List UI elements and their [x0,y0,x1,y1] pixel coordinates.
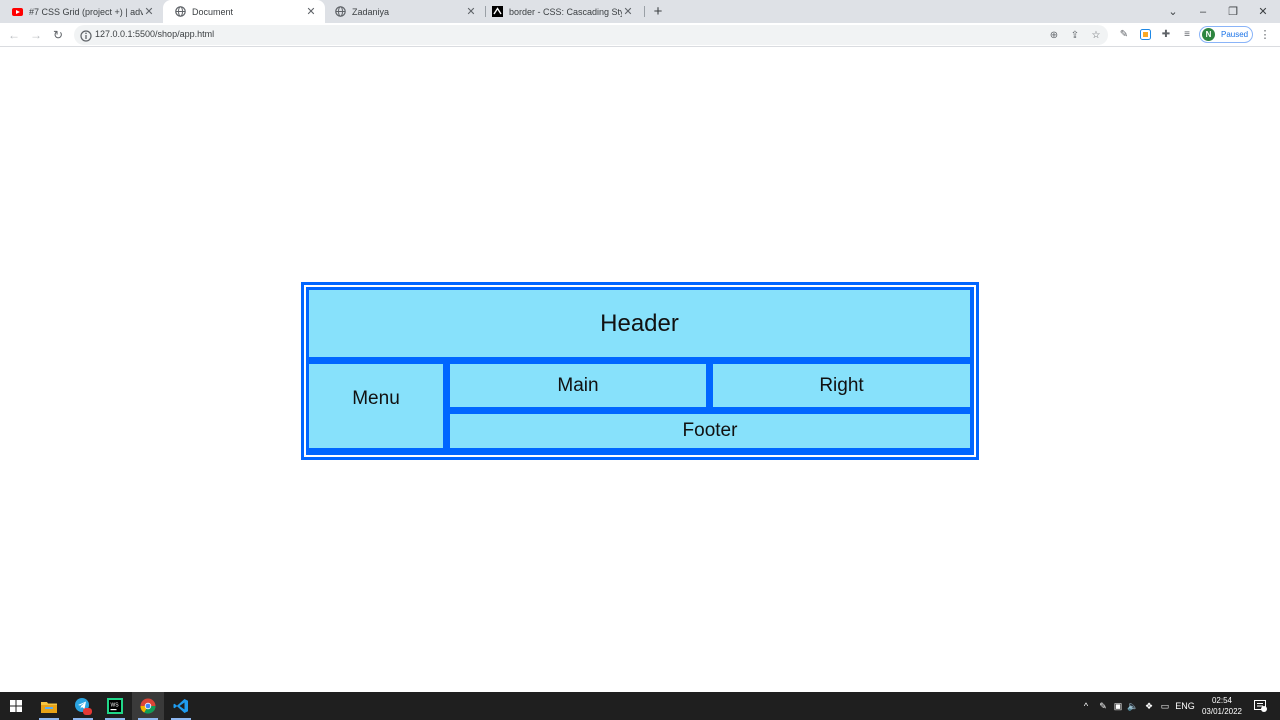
globe-icon [335,6,346,17]
close-tab-icon[interactable]: ✕ [305,5,317,18]
back-icon[interactable]: ← [6,27,22,43]
zoom-icon[interactable]: ⊕ [1048,29,1060,41]
windows-taskbar: WS ^ ✎ ▣ 🔈 ❖ ▭ ENG 02:54 03/01/2022 [0,692,1280,720]
tab-search-icon[interactable]: ⌄ [1158,0,1188,23]
browser-toolbar: ← → ↻ 127.0.0.1:5500/shop/app.html ⊕ ⇪ ☆… [0,23,1280,47]
grid-footer: Footer [450,414,970,448]
eyedropper-extension-icon[interactable]: ✎ [1117,27,1131,41]
profile-button[interactable]: N Paused [1199,26,1253,43]
bookmark-star-icon[interactable]: ☆ [1090,29,1102,41]
volume-icon[interactable]: 🔈 [1126,692,1140,720]
mdn-icon [492,6,503,17]
url-text: 127.0.0.1:5500/shop/app.html [95,29,215,39]
chrome-icon[interactable] [132,692,164,720]
language-indicator[interactable]: ENG [1175,692,1195,720]
menu-icon[interactable]: ⋮ [1260,27,1271,41]
grid-header: Header [309,290,970,357]
tab-strip: #7 CSS Grid (project +) | advance ✕ Docu… [0,0,1280,23]
tab-separator [644,6,645,17]
battery-icon[interactable]: ▭ [1158,692,1172,720]
grid-main: Main [450,364,706,407]
extension-icon[interactable] [1138,27,1152,41]
notification-center-icon[interactable] [1252,692,1268,720]
grid-layout: Header Menu Main Right Footer [306,287,974,455]
tab-title: Document [192,6,234,17]
clock-time: 02:54 [1211,696,1233,705]
profile-status: Paused [1221,30,1249,39]
system-clock[interactable]: 02:54 03/01/2022 [1196,695,1248,717]
youtube-icon [12,6,23,17]
show-hidden-icons-icon[interactable]: ^ [1080,692,1092,720]
tab-css-grid-video[interactable]: #7 CSS Grid (project +) | advance ✕ [0,0,163,23]
clock-date: 03/01/2022 [1201,707,1243,716]
tab-zadaniya[interactable]: Zadaniya ✕ [323,0,485,23]
file-explorer-icon[interactable] [33,692,65,720]
close-tab-icon[interactable]: ✕ [465,5,477,18]
puzzle-icon[interactable]: ✚ [1159,27,1173,41]
grid-right: Right [713,364,970,407]
tab-title: #7 CSS Grid (project +) | advance [29,6,143,17]
start-icon[interactable] [0,692,32,720]
telegram-icon[interactable] [67,692,99,720]
forward-icon[interactable]: → [28,27,44,43]
share-icon[interactable]: ⇪ [1069,29,1081,41]
close-tab-icon[interactable]: ✕ [622,5,634,18]
restore-icon[interactable]: ❐ [1218,0,1248,23]
tab-mdn-border[interactable]: border - CSS: Cascading Style Sh ✕ [480,0,642,23]
reading-list-icon[interactable]: ≡ [1180,27,1194,41]
svg-text:WS: WS [111,703,120,709]
globe-icon [175,6,186,17]
close-window-icon[interactable]: ✕ [1248,0,1278,23]
vscode-icon[interactable] [165,692,197,720]
dropbox-icon[interactable]: ❖ [1142,692,1156,720]
webstorm-icon[interactable]: WS [99,692,131,720]
site-info-icon[interactable] [80,29,92,42]
grid-container: Header Menu Main Right Footer [301,282,979,460]
close-tab-icon[interactable]: ✕ [143,5,155,18]
tab-title: border - CSS: Cascading Style Sh [509,6,622,17]
tab-title: Zadaniya [352,6,390,17]
address-bar[interactable]: 127.0.0.1:5500/shop/app.html ⊕ ⇪ ☆ [74,25,1108,45]
minimize-icon[interactable]: – [1188,0,1218,23]
tab-document[interactable]: Document ✕ [163,0,325,23]
new-tab-button[interactable]: + [650,0,666,23]
pen-icon[interactable]: ✎ [1096,692,1110,720]
avatar: N [1202,28,1215,41]
grid-menu: Menu [309,364,443,448]
reload-icon[interactable]: ↻ [50,27,66,43]
meet-now-icon[interactable]: ▣ [1111,692,1125,720]
